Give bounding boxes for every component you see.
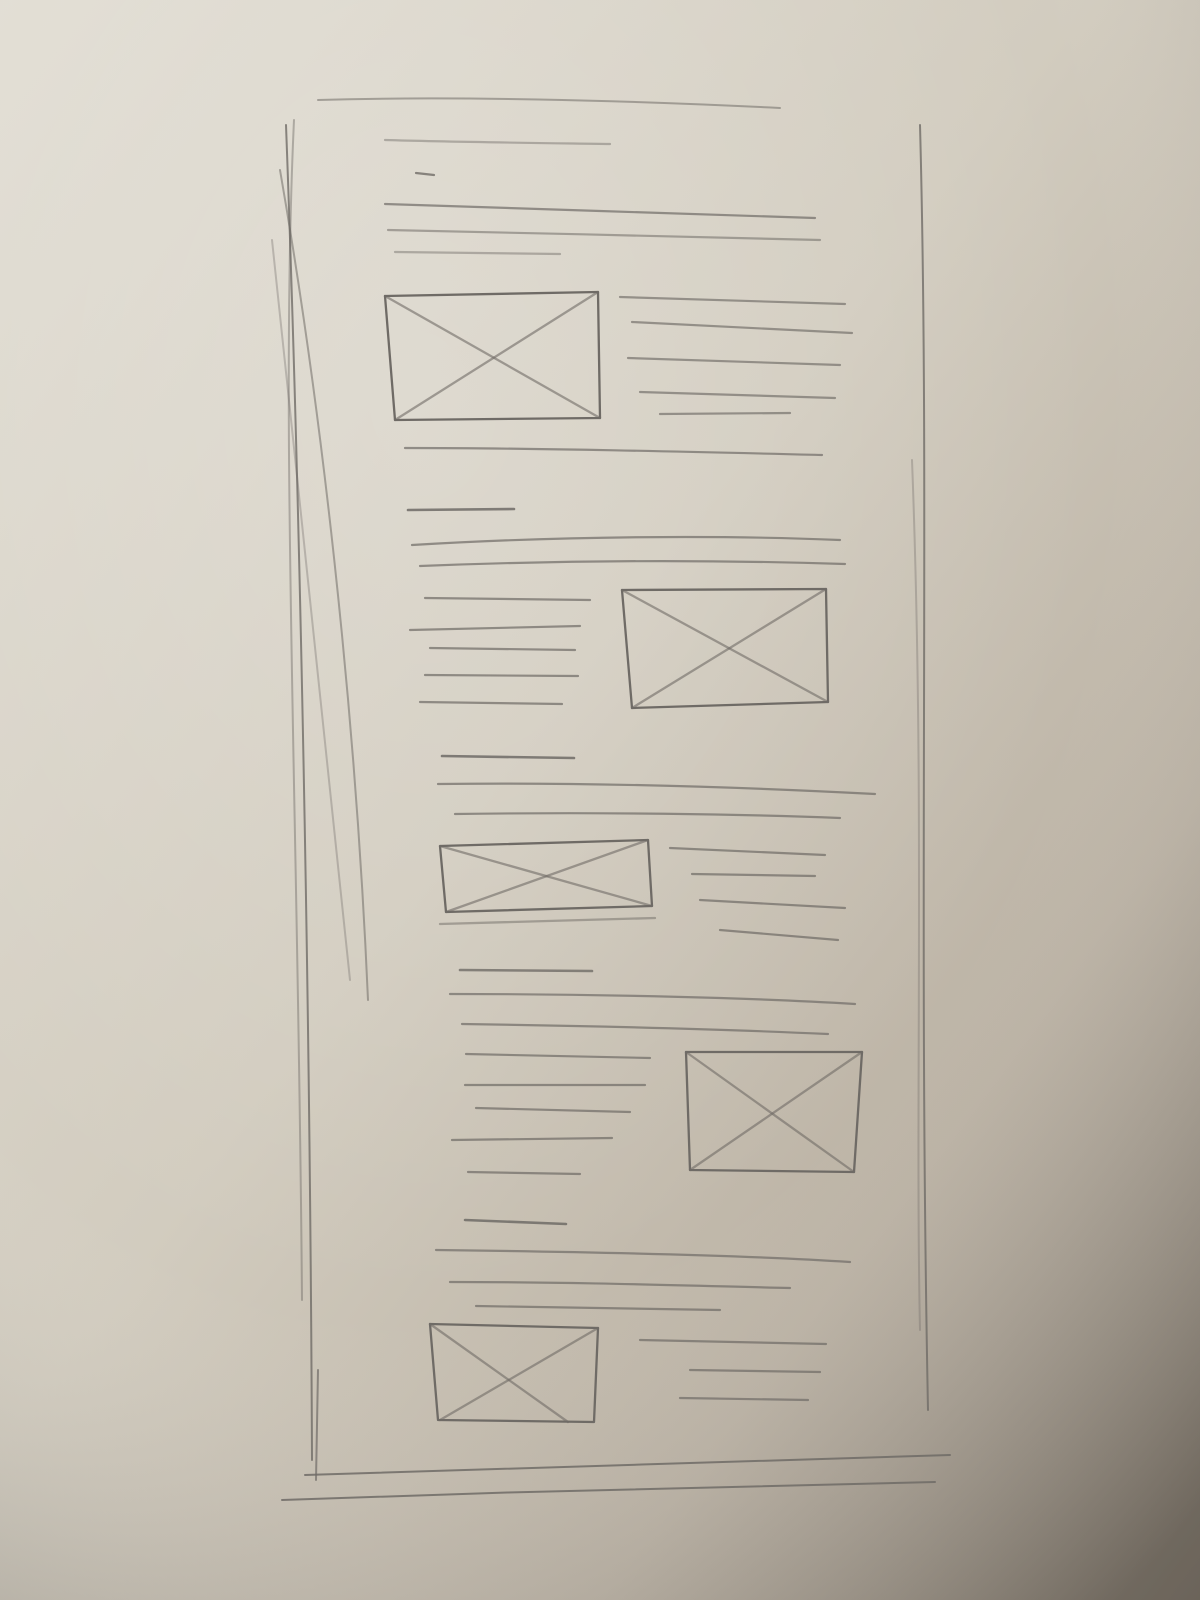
section-4-heading	[458, 968, 594, 973]
section-2-heading	[406, 507, 516, 512]
sketch-paper	[0, 0, 1200, 1600]
photograph	[0, 0, 1200, 1600]
